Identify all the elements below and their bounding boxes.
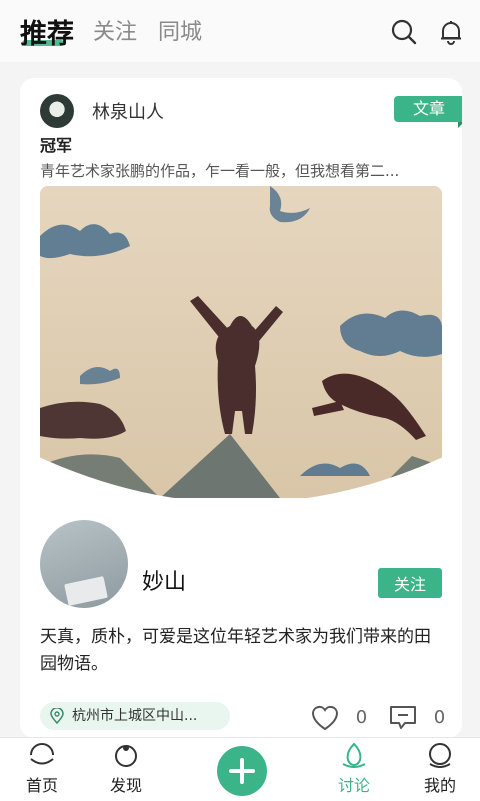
- like-count: 0: [355, 707, 368, 728]
- bell-icon[interactable]: [437, 18, 465, 46]
- comment-icon: [390, 706, 416, 729]
- follow-button[interactable]: 关注: [378, 568, 442, 598]
- location-chip[interactable]: 杭州市上城区中山...: [40, 702, 230, 730]
- tab-local[interactable]: 同城: [158, 14, 202, 46]
- post-excerpt[interactable]: 青年艺术家张鹏的作品，乍一看一般，但我想看第二...: [40, 160, 445, 181]
- create-post-button[interactable]: [217, 746, 267, 796]
- poster-avatar[interactable]: [40, 520, 128, 608]
- post-title[interactable]: 冠军: [40, 132, 72, 156]
- bottom-nav: 首页 发现 讨论 我的: [0, 737, 480, 801]
- location-pin-icon: [50, 708, 64, 724]
- image-curve-mask: [20, 448, 462, 528]
- nav-home[interactable]: 首页: [12, 742, 72, 796]
- poster-name[interactable]: 妙山: [142, 564, 186, 596]
- tab-following[interactable]: 关注: [93, 14, 137, 46]
- like-action[interactable]: 0: [310, 704, 367, 732]
- comment-action[interactable]: 0: [388, 704, 445, 732]
- discover-icon: [115, 745, 137, 767]
- nav-discussion-label: 讨论: [337, 776, 370, 795]
- comment-count: 0: [433, 707, 446, 728]
- heart-icon: [311, 705, 339, 731]
- author-avatar[interactable]: [40, 94, 74, 128]
- nav-discover-label: 发现: [109, 776, 142, 795]
- discussion-icon: [342, 742, 366, 768]
- post-body[interactable]: 天真，质朴，可爱是这位年轻艺术家为我们带来的田园物语。: [40, 624, 445, 678]
- home-icon: [30, 743, 54, 765]
- nav-profile-label: 我的: [423, 776, 456, 795]
- tab-recommend[interactable]: 推荐: [20, 12, 74, 51]
- article-tag: 文章: [394, 96, 462, 128]
- nav-home-label: 首页: [25, 776, 58, 795]
- nav-profile[interactable]: 我的: [410, 742, 470, 796]
- nav-discussion[interactable]: 讨论: [324, 742, 384, 796]
- author-name[interactable]: 林泉山人: [92, 98, 164, 124]
- search-icon[interactable]: [390, 18, 418, 46]
- profile-icon: [429, 743, 451, 768]
- top-bar: 推荐 关注 同城: [0, 0, 480, 62]
- location-text: 杭州市上城区中山...: [72, 708, 198, 724]
- post-card[interactable]: 林泉山人 文章 冠军 青年艺术家张鹏的作品，乍一看一般，但我想看第二... 妙山…: [20, 78, 462, 738]
- nav-discover[interactable]: 发现: [96, 742, 156, 796]
